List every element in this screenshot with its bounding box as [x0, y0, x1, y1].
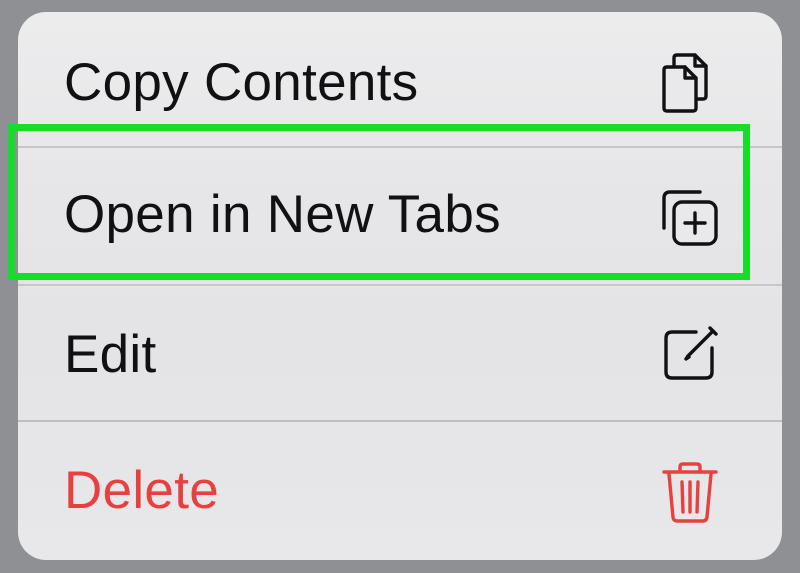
menu-item-label-delete: Delete	[64, 461, 220, 520]
copy-icon	[658, 50, 722, 114]
trash-icon	[658, 460, 722, 524]
menu-item-label-open-in-new-tabs: Open in New Tabs	[64, 185, 501, 244]
menu-item-label-edit: Edit	[64, 325, 157, 384]
context-menu: Copy Contents Open in New Tabs Edit Dele…	[18, 12, 782, 560]
menu-item-delete[interactable]: Delete	[18, 422, 782, 560]
menu-item-open-in-new-tabs[interactable]: Open in New Tabs	[18, 148, 782, 284]
edit-icon	[658, 322, 722, 386]
menu-item-edit[interactable]: Edit	[18, 286, 782, 420]
menu-item-label-copy-contents: Copy Contents	[64, 53, 419, 112]
open-new-tabs-icon	[658, 186, 722, 250]
menu-item-copy-contents[interactable]: Copy Contents	[18, 12, 782, 146]
